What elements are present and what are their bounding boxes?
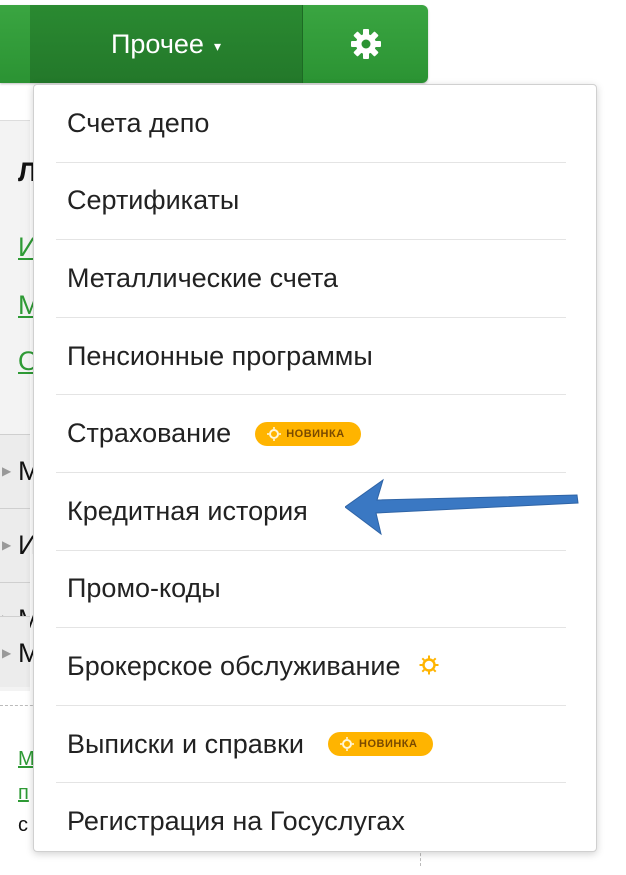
- gear-icon: [350, 29, 381, 59]
- sun-icon: [340, 737, 354, 752]
- other-dropdown-menu: Счета депо Сертификаты Металлические сче…: [33, 84, 597, 852]
- menu-item-certificates[interactable]: Сертификаты: [56, 163, 566, 241]
- background-link[interactable]: п: [18, 782, 29, 805]
- nav-other-button[interactable]: Прочее ▾: [30, 5, 303, 83]
- nav-other-label: Прочее: [111, 29, 204, 59]
- menu-item-gosuslugi[interactable]: Регистрация на Госуслугах: [56, 783, 566, 860]
- menu-item-promo-codes[interactable]: Промо-коды: [56, 551, 566, 629]
- dropdown-menu-list: Счета депо Сертификаты Металлические сче…: [34, 85, 596, 860]
- expand-triangle-icon: ▶: [2, 464, 12, 478]
- menu-item-insurance[interactable]: Страхование НОВИНКА: [56, 395, 566, 473]
- nav-settings-button[interactable]: [303, 5, 428, 83]
- background-row[interactable]: ▶М: [0, 434, 41, 509]
- menu-item-pension-programs[interactable]: Пенсионные программы: [56, 318, 566, 396]
- top-navbar: Прочее ▾: [0, 5, 428, 83]
- sun-icon: [267, 426, 282, 441]
- new-sun-icon: [419, 651, 439, 682]
- menu-item-statements[interactable]: Выписки и справки НОВИНКА: [56, 706, 566, 784]
- background-row[interactable]: ▶М: [0, 616, 41, 687]
- menu-item-depo-accounts[interactable]: Счета депо: [56, 85, 566, 163]
- expand-triangle-icon: ▶: [2, 646, 12, 660]
- expand-triangle-icon: ▶: [2, 538, 12, 552]
- background-row[interactable]: ▶ И: [0, 508, 37, 583]
- menu-item-metal-accounts[interactable]: Металлические счета: [56, 240, 566, 318]
- chevron-down-icon: ▾: [213, 38, 221, 54]
- new-badge: НОВИНКА: [255, 421, 361, 446]
- new-badge: НОВИНКА: [328, 732, 434, 757]
- menu-item-brokerage[interactable]: Брокерское обслуживание: [56, 628, 566, 706]
- annotation-arrow-icon: [345, 478, 579, 536]
- background-text: с: [18, 814, 28, 836]
